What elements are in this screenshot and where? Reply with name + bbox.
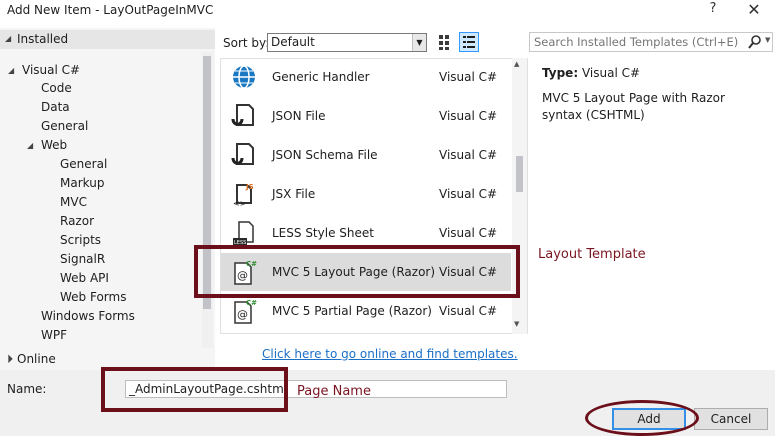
online-templates-link[interactable]: Click here to go online and find templat… bbox=[262, 347, 518, 361]
tree-item-general[interactable]: General bbox=[41, 119, 88, 133]
collapse-triangle-icon[interactable]: ◢ bbox=[8, 66, 14, 75]
template-name: JSON Schema File bbox=[272, 148, 378, 162]
template-language: Visual C# bbox=[439, 70, 498, 84]
annotation-box-page-name bbox=[101, 367, 288, 412]
collapse-triangle-icon[interactable]: ◢ bbox=[27, 141, 33, 150]
scroll-up-icon[interactable]: ▲ bbox=[514, 60, 519, 68]
help-button[interactable]: ? bbox=[703, 1, 723, 21]
search-input[interactable] bbox=[534, 35, 744, 49]
template-language: Visual C# bbox=[439, 109, 498, 123]
collapse-triangle-icon[interactable]: ◢ bbox=[5, 34, 11, 43]
template-language: Visual C# bbox=[439, 304, 498, 318]
jsx-file-icon: JS <> bbox=[233, 183, 254, 207]
tree-item-web[interactable]: Web bbox=[41, 138, 67, 152]
template-scrollbar-thumb[interactable] bbox=[516, 156, 523, 192]
list-view-icon bbox=[463, 36, 475, 48]
tree-item-windows-forms[interactable]: Windows Forms bbox=[41, 309, 135, 323]
tree-item-web-api[interactable]: Web API bbox=[60, 271, 109, 285]
tree-item-web-forms[interactable]: Web Forms bbox=[60, 290, 126, 304]
tree-item-scripts[interactable]: Scripts bbox=[60, 233, 101, 247]
template-language: Visual C# bbox=[439, 148, 498, 162]
annotation-box-layout bbox=[194, 245, 520, 298]
tree-item-razor[interactable]: Razor bbox=[60, 214, 94, 228]
annotation-page-name: Page Name bbox=[297, 384, 371, 399]
template-row[interactable]: Generic Handler Visual C# bbox=[221, 58, 511, 96]
template-name: JSX File bbox=[272, 187, 316, 201]
tree-visual-csharp[interactable]: Visual C# bbox=[22, 63, 80, 77]
template-name: Generic Handler bbox=[272, 70, 370, 84]
svg-text:JS: JS bbox=[245, 183, 254, 191]
chevron-down-icon[interactable]: ▼ bbox=[412, 34, 426, 51]
tree-online[interactable]: Online bbox=[17, 352, 56, 366]
svg-text:C#: C# bbox=[246, 299, 257, 307]
window-title: Add New Item - LayOutPageInMVC bbox=[7, 3, 214, 17]
template-row[interactable]: JSON File Visual C# bbox=[221, 97, 511, 135]
template-row[interactable]: JSON Schema File Visual C# bbox=[221, 136, 511, 174]
template-row[interactable]: JS <> JSX File Visual C# bbox=[221, 175, 511, 213]
scroll-down-icon[interactable]: ▼ bbox=[514, 320, 519, 328]
chevron-down-icon[interactable]: ▼ bbox=[765, 36, 770, 44]
sort-label: Sort by: bbox=[223, 36, 270, 50]
template-name: MVC 5 Partial Page (Razor) bbox=[272, 304, 432, 318]
tree-item-mvc[interactable]: MVC bbox=[60, 195, 87, 209]
tree-item-code[interactable]: Code bbox=[41, 81, 72, 95]
type-value: Visual C# bbox=[581, 66, 641, 80]
globe-handler-icon bbox=[233, 65, 255, 89]
grid-view-icon[interactable] bbox=[437, 33, 455, 51]
template-name: JSON File bbox=[272, 109, 326, 123]
details-description: MVC 5 Layout Page with Razor syntax (CSH… bbox=[542, 91, 725, 122]
razor-partial-icon: C# @ bbox=[234, 299, 257, 324]
cancel-button[interactable]: Cancel bbox=[694, 408, 768, 430]
close-button[interactable]: ✕ bbox=[741, 0, 767, 22]
tree-item-data[interactable]: Data bbox=[41, 100, 70, 114]
json-file-icon bbox=[231, 104, 254, 126]
tree-item-markup[interactable]: Markup bbox=[60, 176, 104, 190]
less-file-icon: LESS bbox=[233, 221, 254, 246]
details-type: Type: Visual C# bbox=[542, 66, 640, 80]
template-language: Visual C# bbox=[439, 187, 498, 201]
type-label: Type: bbox=[542, 66, 579, 80]
svg-text:@: @ bbox=[237, 308, 248, 321]
search-icon[interactable] bbox=[748, 34, 762, 50]
template-language: Visual C# bbox=[439, 226, 498, 240]
annotation-oval-add bbox=[585, 400, 699, 436]
tree-item-web-general[interactable]: General bbox=[60, 157, 107, 171]
annotation-layout-template: Layout Template bbox=[538, 247, 646, 262]
name-label: Name: bbox=[7, 382, 47, 396]
sort-value: Default bbox=[271, 35, 315, 49]
tree-item-signalr[interactable]: SignalR bbox=[60, 252, 105, 266]
search-box[interactable]: ▼ bbox=[529, 32, 773, 52]
list-view-button[interactable] bbox=[459, 32, 479, 52]
tree-item-wpf[interactable]: WPF bbox=[41, 328, 67, 342]
tree-installed[interactable]: Installed bbox=[17, 32, 68, 46]
svg-text:<>: <> bbox=[233, 199, 246, 207]
template-name: LESS Style Sheet bbox=[272, 226, 374, 240]
json-schema-icon bbox=[231, 143, 254, 165]
